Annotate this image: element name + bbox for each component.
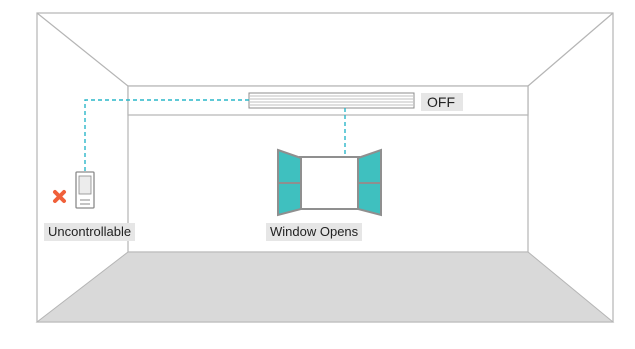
x-mark-icon bbox=[53, 190, 66, 203]
open-window-icon bbox=[277, 148, 382, 217]
room-diagram bbox=[35, 12, 615, 323]
air-conditioner-unit bbox=[127, 85, 529, 116]
window-frame bbox=[299, 156, 360, 210]
remote-controller-icon bbox=[75, 171, 95, 209]
ac-vent-grille bbox=[248, 92, 415, 109]
window-status-label: Window Opens bbox=[266, 223, 363, 241]
room-floor bbox=[35, 251, 615, 323]
remote-status-label: Uncontrollable bbox=[44, 223, 136, 241]
ac-status-label: OFF bbox=[421, 93, 463, 111]
